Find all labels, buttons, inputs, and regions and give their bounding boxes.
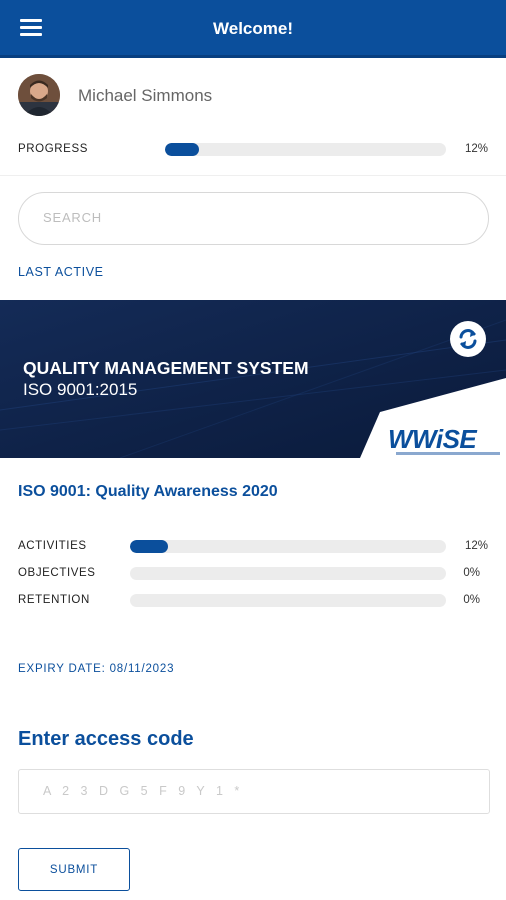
- retention-percent: 0%: [463, 594, 480, 606]
- activities-label: ACTIVITIES: [18, 540, 87, 552]
- retention-progress-bar: [130, 594, 446, 607]
- search-field[interactable]: [18, 192, 489, 245]
- objectives-progress-bar: [130, 567, 446, 580]
- banner-title: QUALITY MANAGEMENT SYSTEM: [23, 358, 309, 378]
- refresh-icon[interactable]: [450, 321, 486, 357]
- access-code-input[interactable]: [43, 784, 463, 798]
- avatar: [18, 74, 60, 116]
- app-bar: Welcome!: [0, 0, 506, 58]
- progress-label: PROGRESS: [18, 143, 88, 155]
- last-active-label: LAST ACTIVE: [18, 265, 104, 279]
- wwise-logo: WWiSE: [388, 424, 477, 454]
- progress-percent: 12%: [464, 143, 488, 155]
- retention-label: RETENTION: [18, 594, 90, 606]
- page-title: Welcome!: [213, 19, 293, 38]
- user-name: Michael Simmons: [78, 86, 213, 105]
- access-code-title: Enter access code: [18, 728, 194, 750]
- activities-percent: 12%: [464, 540, 488, 552]
- objectives-label: OBJECTIVES: [18, 567, 96, 579]
- activities-progress-fill: [130, 540, 168, 553]
- overall-progress-fill: [165, 143, 199, 156]
- banner-subtitle: ISO 9001:2015: [23, 380, 138, 399]
- course-title[interactable]: ISO 9001: Quality Awareness 2020: [18, 483, 278, 501]
- submit-button[interactable]: SUBMIT: [18, 848, 130, 891]
- expiry-date: EXPIRY DATE: 08/11/2023: [18, 663, 175, 675]
- objectives-percent: 0%: [463, 567, 480, 579]
- overall-progress-bar: [165, 143, 446, 156]
- logo-tagline: [396, 452, 500, 455]
- access-code-field[interactable]: [18, 769, 490, 814]
- divider: [0, 175, 506, 176]
- search-input[interactable]: [43, 210, 463, 225]
- activities-progress-bar: [130, 540, 446, 553]
